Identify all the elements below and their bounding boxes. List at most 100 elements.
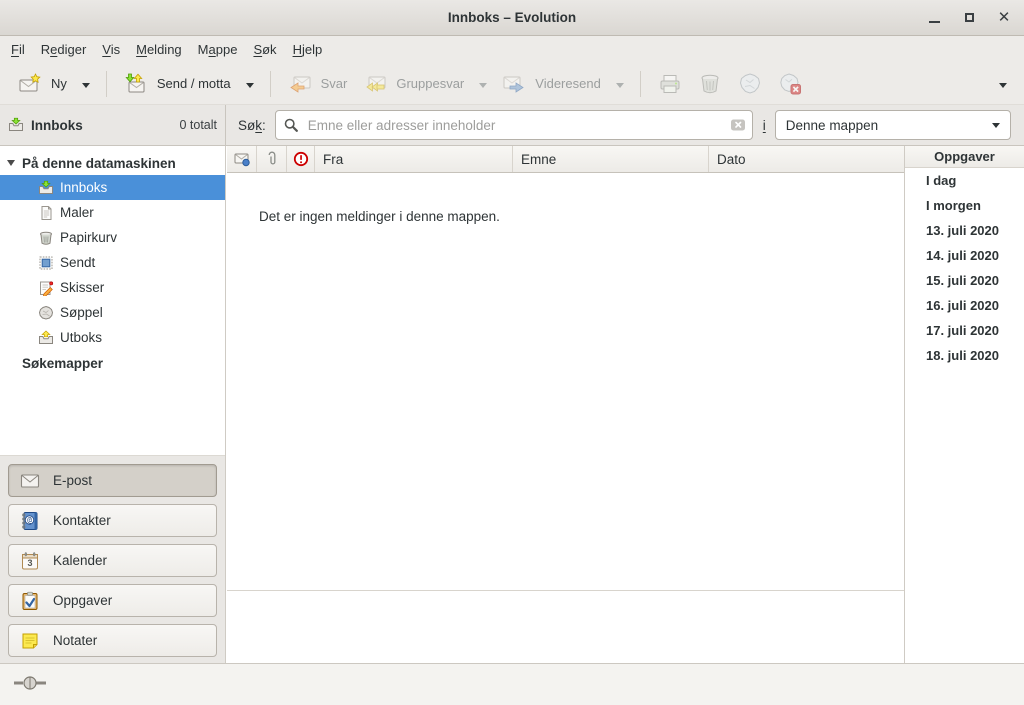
new-button[interactable]: Ny xyxy=(10,67,75,101)
delete-button[interactable] xyxy=(690,67,730,101)
junk-button[interactable] xyxy=(730,67,770,101)
priority-icon xyxy=(293,151,309,167)
toolbar-overflow-dropdown[interactable] xyxy=(992,71,1014,96)
task-item-tomorrow[interactable]: I morgen xyxy=(905,193,1024,218)
switcher-label: Oppgaver xyxy=(53,593,112,608)
contacts-icon: @ xyxy=(20,511,40,531)
menu-hjelp[interactable]: Hjelp xyxy=(285,38,331,61)
task-item-date[interactable]: 13. juli 2020 xyxy=(905,218,1024,243)
forward-button[interactable]: Videresend xyxy=(494,67,609,101)
toolbar-separator xyxy=(270,71,271,97)
tree-root-search-folders[interactable]: Søkemapper xyxy=(0,351,225,376)
group-reply-dropdown[interactable] xyxy=(472,71,494,96)
inbox-icon xyxy=(38,180,54,196)
pane-divider[interactable] xyxy=(227,590,904,591)
not-junk-button[interactable] xyxy=(770,67,810,101)
column-attachment[interactable] xyxy=(257,146,287,172)
window-controls: ✕ xyxy=(922,0,1016,35)
menu-rediger[interactable]: Rediger xyxy=(33,38,95,61)
reply-button[interactable]: Svar xyxy=(280,67,356,101)
close-button[interactable]: ✕ xyxy=(992,6,1016,30)
column-status[interactable] xyxy=(227,146,257,172)
chevron-down-icon xyxy=(479,83,487,88)
switcher-contacts[interactable]: @ Kontakter xyxy=(8,504,217,537)
paperclip-icon xyxy=(264,151,280,167)
folder-innboks[interactable]: Innboks xyxy=(0,175,225,200)
forward-dropdown[interactable] xyxy=(609,71,631,96)
switcher-label: Kalender xyxy=(53,553,107,568)
trash-icon xyxy=(38,230,54,246)
menu-sok[interactable]: Søk xyxy=(245,38,284,61)
inbox-icon xyxy=(8,117,24,133)
menu-fil[interactable]: Fil xyxy=(3,38,33,61)
task-item-date[interactable]: 16. juli 2020 xyxy=(905,293,1024,318)
new-dropdown[interactable] xyxy=(75,71,97,96)
outbox-icon xyxy=(38,330,54,346)
clear-search-icon[interactable] xyxy=(730,117,746,133)
minimize-button[interactable] xyxy=(922,6,946,30)
folder-utboks[interactable]: Utboks xyxy=(0,325,225,350)
search-scope-value: Denne mappen xyxy=(786,118,878,133)
current-folder-title: Innboks xyxy=(31,118,83,133)
switcher-calendar[interactable]: 3 Kalender xyxy=(8,544,217,577)
forward-label: Videresend xyxy=(535,76,601,91)
task-item-date[interactable]: 18. juli 2020 xyxy=(905,343,1024,368)
online-status-icon[interactable] xyxy=(13,675,49,694)
switcher-mail[interactable]: E-post xyxy=(8,464,217,497)
folder-skisser[interactable]: Skisser xyxy=(0,275,225,300)
tree-root-label: På denne datamaskinen xyxy=(22,156,176,171)
maximize-button[interactable] xyxy=(957,6,981,30)
svg-text:3: 3 xyxy=(27,558,32,568)
folder-papirkurv[interactable]: Papirkurv xyxy=(0,225,225,250)
folder-label: Papirkurv xyxy=(60,230,117,245)
switcher-label: E-post xyxy=(53,473,92,488)
folder-label: Innboks xyxy=(60,180,107,195)
mail-icon xyxy=(20,471,40,491)
task-item-date[interactable]: 15. juli 2020 xyxy=(905,268,1024,293)
menu-melding[interactable]: Melding xyxy=(128,38,190,61)
folder-maler[interactable]: Maler xyxy=(0,200,225,225)
switcher-tasks[interactable]: Oppgaver xyxy=(8,584,217,617)
not-junk-icon xyxy=(778,72,802,96)
window-title: Innboks – Evolution xyxy=(448,10,576,25)
task-item-date[interactable]: 14. juli 2020 xyxy=(905,243,1024,268)
task-item-date[interactable]: 17. juli 2020 xyxy=(905,318,1024,343)
column-priority[interactable] xyxy=(287,146,315,172)
calendar-icon: 3 xyxy=(20,551,40,571)
search-input[interactable] xyxy=(275,110,753,140)
switcher-memos[interactable]: Notater xyxy=(8,624,217,657)
group-reply-button[interactable]: Gruppesvar xyxy=(355,67,472,101)
minimize-icon xyxy=(929,21,940,24)
reply-icon xyxy=(288,72,312,96)
new-message-icon xyxy=(18,72,42,96)
menu-mappe[interactable]: Mappe xyxy=(190,38,246,61)
tree-root-on-this-computer[interactable]: På denne datamaskinen xyxy=(0,151,225,175)
column-date[interactable]: Dato xyxy=(709,146,904,172)
expander-icon[interactable] xyxy=(7,160,15,166)
switcher-label: Kontakter xyxy=(53,513,111,528)
print-button[interactable] xyxy=(650,67,690,101)
menu-vis[interactable]: Vis xyxy=(94,38,128,61)
column-from[interactable]: Fra xyxy=(315,146,513,172)
folder-header: Innboks 0 totalt xyxy=(0,105,226,145)
chevron-down-icon xyxy=(246,83,254,88)
send-receive-dropdown[interactable] xyxy=(239,71,261,96)
content: På denne datamaskinen Innboks Maler Papi… xyxy=(0,146,1024,663)
reply-label: Svar xyxy=(321,76,348,91)
statusbar xyxy=(0,663,1024,705)
task-item-today[interactable]: I dag xyxy=(905,168,1024,193)
chevron-down-icon xyxy=(992,123,1000,128)
toolbar-separator xyxy=(640,71,641,97)
trash-icon xyxy=(698,72,722,96)
column-subject[interactable]: Emne xyxy=(513,146,709,172)
folder-soppel[interactable]: Søppel xyxy=(0,300,225,325)
send-receive-button[interactable]: Send / motta xyxy=(116,67,239,101)
search-scope-combobox[interactable]: Denne mappen xyxy=(775,110,1011,140)
folder-label: Skisser xyxy=(60,280,104,295)
folder-sendt[interactable]: Sendt xyxy=(0,250,225,275)
search-icon[interactable] xyxy=(283,117,299,133)
todo-bar: Oppgaver I dag I morgen 13. juli 2020 14… xyxy=(904,146,1024,663)
forward-icon xyxy=(502,72,526,96)
new-button-label: Ny xyxy=(51,76,67,91)
close-icon: ✕ xyxy=(998,10,1011,25)
